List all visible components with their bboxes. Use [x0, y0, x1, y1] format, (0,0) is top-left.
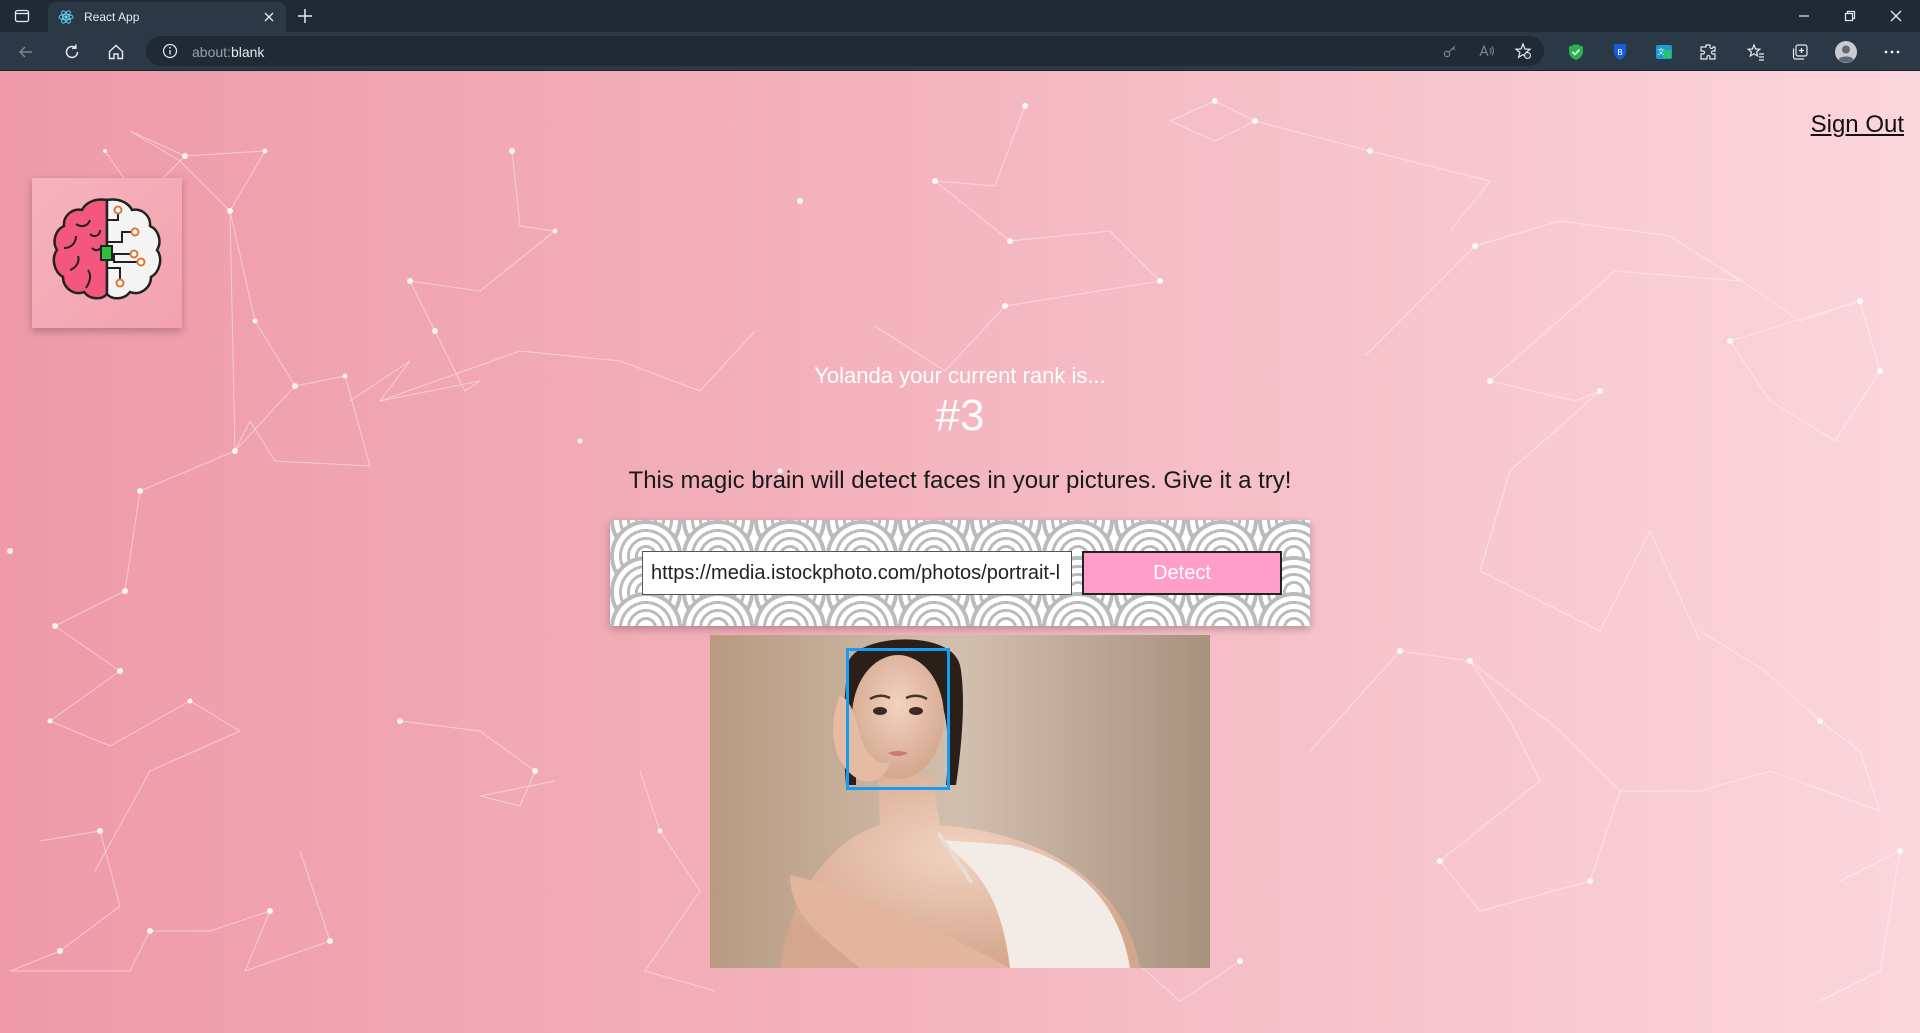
- shield-extension-icon[interactable]: [1566, 42, 1586, 62]
- back-icon[interactable]: [16, 42, 36, 62]
- new-tab-icon[interactable]: [296, 7, 314, 25]
- minimize-icon[interactable]: [1796, 8, 1812, 24]
- more-icon[interactable]: [1882, 42, 1902, 62]
- brain-logo-card: [32, 178, 182, 328]
- browser-toolbar: about:blank B 文: [0, 32, 1920, 71]
- tagline: This magic brain will detect faces in yo…: [628, 467, 1292, 494]
- svg-text:文: 文: [1658, 47, 1665, 56]
- rank-value: #3: [935, 391, 985, 440]
- image-url-form: Detect: [610, 520, 1310, 626]
- uploaded-portrait-image: [710, 635, 1210, 968]
- address-page: blank: [230, 44, 265, 60]
- detect-button[interactable]: Detect: [1082, 551, 1282, 595]
- refresh-icon[interactable]: [62, 42, 82, 62]
- profile-icon[interactable]: [1834, 40, 1858, 64]
- address-scheme: about:: [192, 44, 231, 60]
- tab-switcher-icon[interactable]: [14, 8, 30, 24]
- read-aloud-icon[interactable]: [1478, 43, 1496, 59]
- page-viewport: Sign Out Yolanda your current rank is...…: [0, 71, 1920, 1033]
- home-icon[interactable]: [106, 42, 126, 62]
- collections-icon[interactable]: [1790, 42, 1810, 62]
- tab-title: React App: [84, 10, 140, 24]
- add-favorite-icon[interactable]: [1514, 42, 1532, 60]
- portrait-illustration: [710, 635, 1210, 968]
- sign-out-link[interactable]: Sign Out: [1811, 111, 1904, 139]
- close-window-icon[interactable]: [1888, 8, 1904, 24]
- favorites-icon[interactable]: [1746, 42, 1766, 62]
- key-icon[interactable]: [1442, 43, 1458, 59]
- image-url-input[interactable]: [642, 551, 1072, 595]
- extensions-icon[interactable]: [1698, 42, 1718, 62]
- rank-message: Yolanda your current rank is...: [814, 363, 1106, 388]
- restore-icon[interactable]: [1842, 8, 1858, 24]
- tab-close-icon[interactable]: [262, 10, 276, 24]
- react-favicon: [58, 10, 74, 24]
- brain-logo-icon: [52, 198, 162, 300]
- browser-tab-react-app[interactable]: React App: [48, 2, 286, 32]
- translate-extension-icon[interactable]: 文: [1654, 42, 1674, 62]
- face-detection-box: [846, 648, 950, 790]
- info-icon[interactable]: [162, 43, 178, 59]
- bitwarden-extension-icon[interactable]: B: [1610, 42, 1630, 62]
- address-bar[interactable]: about:blank: [146, 36, 1544, 66]
- address-text: about:blank: [192, 44, 264, 60]
- svg-text:B: B: [1617, 48, 1623, 57]
- browser-titlebar: React App: [0, 0, 1920, 32]
